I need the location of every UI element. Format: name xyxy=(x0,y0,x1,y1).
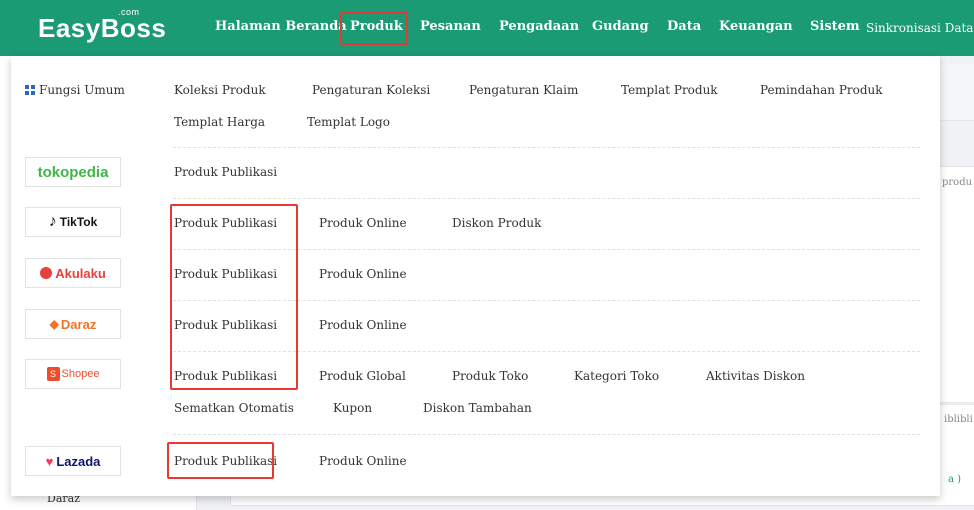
tokopedia-produk-publikasi[interactable]: Produk Publikasi xyxy=(174,165,277,179)
logo-suffix: .com xyxy=(118,7,140,17)
nav-pesanan[interactable]: Pesanan xyxy=(420,19,481,34)
tiktok-note-icon: ♪ xyxy=(48,213,57,230)
shopee-kupon[interactable]: Kupon xyxy=(333,401,372,415)
shopee-brand-text: Shopee xyxy=(61,368,100,380)
shopee-sematkan-otomatis[interactable]: Sematkan Otomatis xyxy=(174,401,294,415)
daraz-brand-text: Daraz xyxy=(60,316,97,332)
nav-data[interactable]: Data xyxy=(667,19,701,34)
divider xyxy=(173,434,920,435)
nav-gudang[interactable]: Gudang xyxy=(592,19,649,34)
lazada-produk-online[interactable]: Produk Online xyxy=(319,454,407,468)
nav-keuangan[interactable]: Keuangan xyxy=(719,19,793,34)
background-text-iblibli: iblibli xyxy=(944,414,973,425)
lazada-brand-text: Lazada xyxy=(56,453,101,469)
akulaku-produk-online[interactable]: Produk Online xyxy=(319,267,407,281)
easyboss-logo[interactable]: EasyBoss .com xyxy=(38,7,167,44)
shopee-kategori-toko[interactable]: Kategori Toko xyxy=(574,369,659,383)
tokopedia-brand-text: tokopedia xyxy=(37,163,109,181)
link-koleksi-produk[interactable]: Koleksi Produk xyxy=(174,83,266,97)
akulaku-circle-icon xyxy=(40,267,53,279)
daraz-flame-icon: ◆ xyxy=(49,317,59,331)
shopee-logo: S Shopee xyxy=(25,359,121,389)
nav-sistem[interactable]: Sistem xyxy=(810,19,860,34)
grid-icon xyxy=(25,85,35,95)
nav-pengadaan[interactable]: Pengadaan xyxy=(499,19,579,34)
link-templat-produk[interactable]: Templat Produk xyxy=(621,83,718,97)
lazada-produk-publikasi-highlight-box xyxy=(167,442,274,479)
top-navbar: EasyBoss .com Halaman Beranda Produk Pes… xyxy=(0,0,974,56)
tiktok-diskon-produk[interactable]: Diskon Produk xyxy=(452,216,541,230)
logo-text: EasyBoss xyxy=(38,13,167,43)
lazada-logo: ♥ Lazada xyxy=(25,446,121,476)
divider xyxy=(173,198,920,199)
link-pemindahan-produk[interactable]: Pemindahan Produk xyxy=(760,83,883,97)
link-pengaturan-koleksi[interactable]: Pengaturan Koleksi xyxy=(312,83,430,97)
shopee-aktivitas-diskon[interactable]: Aktivitas Diskon xyxy=(706,369,805,383)
produk-highlight-box xyxy=(340,12,408,45)
produk-dropdown-menu: Fungsi Umum Koleksi Produk Pengaturan Ko… xyxy=(11,56,940,496)
divider xyxy=(173,147,920,148)
fungsi-umum-label: Fungsi Umum xyxy=(39,83,125,97)
fungsi-umum-heading: Fungsi Umum xyxy=(25,83,125,97)
shopee-bag-icon: S xyxy=(46,367,60,381)
daraz-logo: ◆ Daraz xyxy=(25,309,121,339)
shopee-diskon-tambahan[interactable]: Diskon Tambahan xyxy=(423,401,532,415)
lazada-heart-icon: ♥ xyxy=(45,453,54,469)
shopee-produk-global[interactable]: Produk Global xyxy=(319,369,406,383)
link-pengaturan-klaim[interactable]: Pengaturan Klaim xyxy=(469,83,578,97)
link-templat-harga[interactable]: Templat Harga xyxy=(174,115,265,129)
daraz-produk-online[interactable]: Produk Online xyxy=(319,318,407,332)
akulaku-brand-text: Akulaku xyxy=(55,265,106,281)
nav-sinkronisasi-data[interactable]: Sinkronisasi Data xyxy=(866,21,973,35)
tiktok-brand-text: TikTok xyxy=(59,215,98,229)
nav-halaman-beranda[interactable]: Halaman Beranda xyxy=(215,19,347,34)
background-text-produ: produ xyxy=(942,177,973,188)
tiktok-logo: ♪ TikTok xyxy=(25,207,121,237)
shopee-produk-toko[interactable]: Produk Toko xyxy=(452,369,528,383)
tiktok-produk-online[interactable]: Produk Online xyxy=(319,216,407,230)
tokopedia-logo: tokopedia xyxy=(25,157,121,187)
link-templat-logo[interactable]: Templat Logo xyxy=(307,115,390,129)
akulaku-logo: Akulaku xyxy=(25,258,121,288)
background-text-link[interactable]: a ) xyxy=(948,474,961,485)
produk-publikasi-highlight-box xyxy=(170,204,298,390)
